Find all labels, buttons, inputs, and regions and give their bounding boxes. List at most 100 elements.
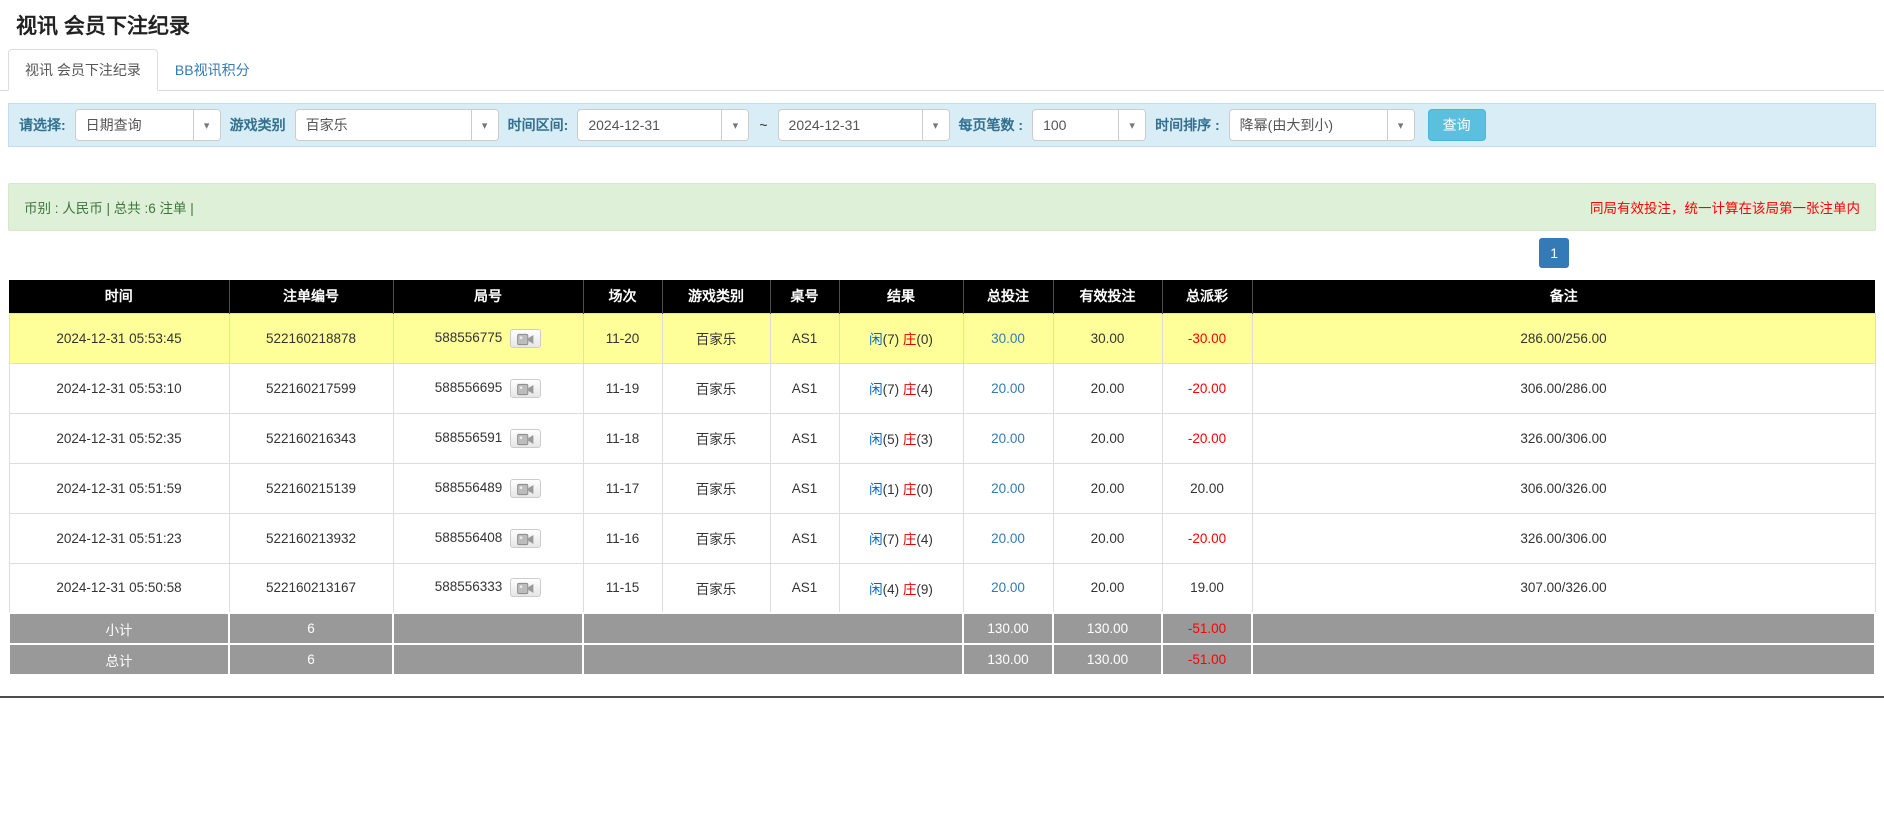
- tab-bb-points[interactable]: BB视讯积分: [158, 49, 267, 91]
- page-size-input[interactable]: 100 ▾: [1032, 109, 1146, 141]
- total-bet-cell: 30.00: [963, 313, 1053, 363]
- chevron-down-icon[interactable]: ▾: [471, 110, 498, 140]
- column-header: 游戏类别: [662, 280, 770, 313]
- video-icon: [517, 582, 534, 595]
- banker-result: 庄: [903, 382, 917, 397]
- video-replay-button[interactable]: [510, 429, 541, 448]
- total-row: 总计6130.00130.00-51.00: [9, 644, 1875, 675]
- chevron-down-icon[interactable]: ▾: [721, 110, 748, 140]
- game-type-cell: 百家乐: [662, 463, 770, 513]
- round-id-cell: 588556408: [393, 513, 583, 563]
- remark-cell: 306.00/286.00: [1252, 363, 1875, 413]
- time-cell: 2024-12-31 05:50:58: [9, 563, 229, 613]
- table-no-cell: AS1: [770, 363, 839, 413]
- notice-text: 同局有效投注，统一计算在该局第一张注单内: [1590, 197, 1860, 217]
- page-size-label: 每页笔数 :: [959, 115, 1024, 135]
- bet-id-cell: 522160213932: [229, 513, 393, 563]
- subtotal-total-bet: 130.00: [963, 613, 1053, 644]
- session-cell: 11-19: [583, 363, 662, 413]
- date-from-input[interactable]: 2024-12-31 ▾: [577, 109, 749, 141]
- player-score: (7): [883, 382, 903, 397]
- subtotal-label: 小计: [9, 613, 229, 644]
- remark-cell: 306.00/326.00: [1252, 463, 1875, 513]
- banker-result: 庄: [903, 332, 917, 347]
- subtotal-count: 6: [229, 613, 393, 644]
- game-type-cell: 百家乐: [662, 313, 770, 363]
- total-bet-link[interactable]: 20.00: [991, 531, 1025, 546]
- remark-cell: 326.00/306.00: [1252, 413, 1875, 463]
- video-replay-button[interactable]: [510, 529, 541, 548]
- betting-records-table: 时间注单编号局号场次游戏类别桌号结果总投注有效投注总派彩备注 2024-12-3…: [8, 280, 1876, 676]
- column-header: 结果: [839, 280, 963, 313]
- bet-id-cell: 522160217599: [229, 363, 393, 413]
- page: 视讯 会员下注纪录 视讯 会员下注纪录 BB视讯积分 请选择: 日期查询 ▾ 游…: [0, 0, 1884, 832]
- query-button[interactable]: 查询: [1428, 109, 1486, 141]
- bet-id-cell: 522160216343: [229, 413, 393, 463]
- video-replay-button[interactable]: [510, 479, 541, 498]
- total-label: 总计: [9, 644, 229, 675]
- total-bet-link[interactable]: 30.00: [991, 331, 1025, 346]
- player-score: (1): [883, 482, 903, 497]
- payout-cell: 20.00: [1162, 463, 1252, 513]
- valid-bet-cell: 20.00: [1053, 413, 1162, 463]
- valid-bet-cell: 20.00: [1053, 513, 1162, 563]
- game-type-cell: 百家乐: [662, 363, 770, 413]
- chevron-down-icon[interactable]: ▾: [922, 110, 949, 140]
- sort-order-label: 时间排序 :: [1155, 115, 1220, 135]
- query-type-select[interactable]: 日期查询 ▾: [75, 109, 221, 141]
- subtotal-row: 小计6130.00130.00-51.00: [9, 613, 1875, 644]
- time-cell: 2024-12-31 05:51:59: [9, 463, 229, 513]
- banker-result: 庄: [903, 532, 917, 547]
- result-cell: 闲(1) 庄(0): [839, 463, 963, 513]
- column-header: 注单编号: [229, 280, 393, 313]
- tab-betting-records[interactable]: 视讯 会员下注纪录: [8, 49, 158, 91]
- player-score: (7): [883, 332, 903, 347]
- video-replay-button[interactable]: [510, 329, 541, 348]
- total-bet-link[interactable]: 20.00: [991, 481, 1025, 496]
- total-bet-cell: 20.00: [963, 563, 1053, 613]
- column-header: 备注: [1252, 280, 1875, 313]
- total-count: 6: [229, 644, 393, 675]
- chevron-down-icon[interactable]: ▾: [193, 110, 220, 140]
- session-cell: 11-18: [583, 413, 662, 463]
- page-1-button[interactable]: 1: [1539, 238, 1569, 268]
- video-replay-button[interactable]: [510, 578, 541, 597]
- bet-id-cell: 522160215139: [229, 463, 393, 513]
- video-replay-button[interactable]: [510, 379, 541, 398]
- banker-score: (0): [916, 482, 933, 497]
- total-bet-link[interactable]: 20.00: [991, 381, 1025, 396]
- round-id-cell: 588556489: [393, 463, 583, 513]
- time-cell: 2024-12-31 05:52:35: [9, 413, 229, 463]
- remark-cell: 286.00/256.00: [1252, 313, 1875, 363]
- video-icon: [517, 333, 534, 346]
- round-id: 588556489: [435, 480, 503, 495]
- bet-id-cell: 522160218878: [229, 313, 393, 363]
- date-to-input[interactable]: 2024-12-31 ▾: [778, 109, 950, 141]
- total-bet-link[interactable]: 20.00: [991, 431, 1025, 446]
- result-cell: 闲(7) 庄(0): [839, 313, 963, 363]
- query-type-value: 日期查询: [76, 110, 193, 140]
- banker-result: 庄: [903, 482, 917, 497]
- column-header: 时间: [9, 280, 229, 313]
- round-id: 588556591: [435, 430, 503, 445]
- column-header: 有效投注: [1053, 280, 1162, 313]
- session-cell: 11-17: [583, 463, 662, 513]
- player-result: 闲: [869, 532, 883, 547]
- column-header: 总派彩: [1162, 280, 1252, 313]
- total-bet-link[interactable]: 20.00: [991, 580, 1025, 595]
- game-type-label: 游戏类别: [230, 115, 286, 135]
- sort-order-select[interactable]: 降幂(由大到小) ▾: [1229, 109, 1415, 141]
- total-bet-cell: 20.00: [963, 513, 1053, 563]
- player-score: (7): [883, 532, 903, 547]
- round-id: 588556775: [435, 330, 503, 345]
- chevron-down-icon[interactable]: ▾: [1118, 110, 1145, 140]
- tab-bar: 视讯 会员下注纪录 BB视讯积分: [0, 49, 1884, 91]
- chevron-down-icon[interactable]: ▾: [1387, 110, 1414, 140]
- game-type-cell: 百家乐: [662, 513, 770, 563]
- game-type-select[interactable]: 百家乐 ▾: [295, 109, 499, 141]
- result-cell: 闲(7) 庄(4): [839, 363, 963, 413]
- session-cell: 11-20: [583, 313, 662, 363]
- bet-record-row: 2024-12-31 05:51:23522160213932588556408…: [9, 513, 1875, 563]
- time-cell: 2024-12-31 05:51:23: [9, 513, 229, 563]
- remark-cell: 326.00/306.00: [1252, 513, 1875, 563]
